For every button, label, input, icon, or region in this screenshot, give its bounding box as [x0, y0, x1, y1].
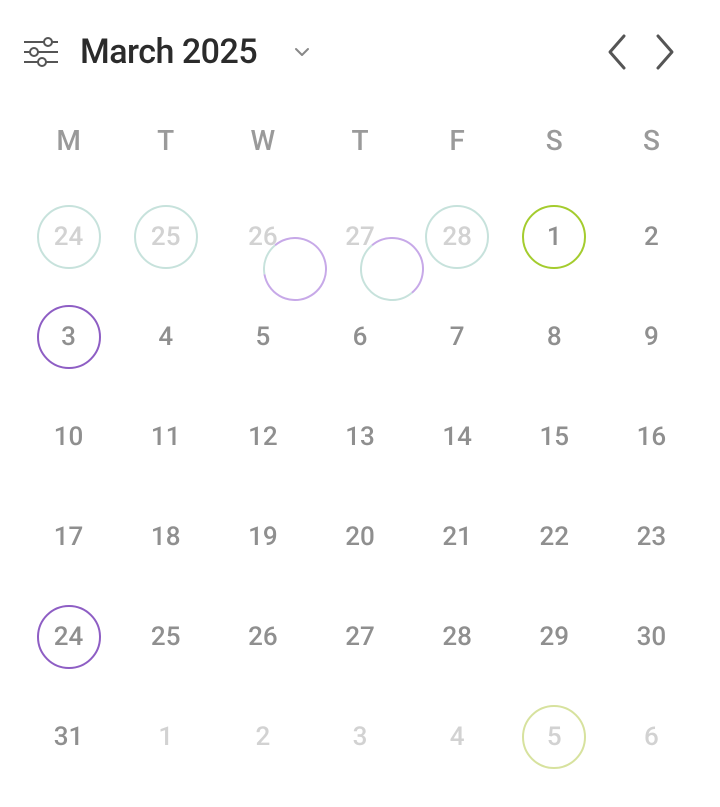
- day-number: 10: [37, 405, 101, 469]
- day-cell[interactable]: 7: [409, 287, 506, 387]
- day-number: 3: [328, 705, 392, 769]
- day-number: 11: [134, 405, 198, 469]
- day-cell[interactable]: 4: [117, 287, 214, 387]
- day-cell[interactable]: 26: [214, 587, 311, 687]
- day-number: 1: [522, 205, 586, 269]
- day-cell[interactable]: 4: [409, 687, 506, 787]
- day-cell[interactable]: 9: [603, 287, 700, 387]
- day-number: 2: [231, 705, 295, 769]
- day-number: 26: [231, 605, 295, 669]
- day-cell[interactable]: 1: [506, 187, 603, 287]
- day-number: 27: [328, 605, 392, 669]
- day-cell[interactable]: 6: [311, 287, 408, 387]
- weekday-header: T: [311, 104, 408, 187]
- day-cell[interactable]: 1: [117, 687, 214, 787]
- day-cell[interactable]: 31: [20, 687, 117, 787]
- day-cell[interactable]: 17: [20, 487, 117, 587]
- calendar-header: March 2025: [20, 20, 700, 104]
- day-number: 25: [134, 205, 198, 269]
- day-number: 19: [231, 505, 295, 569]
- day-cell[interactable]: 3: [20, 287, 117, 387]
- day-number: 26: [231, 205, 295, 269]
- day-number: 15: [522, 405, 586, 469]
- day-cell[interactable]: 10: [20, 387, 117, 487]
- day-number: 4: [134, 305, 198, 369]
- day-number: 28: [425, 605, 489, 669]
- day-number: 13: [328, 405, 392, 469]
- day-cell[interactable]: 25: [117, 187, 214, 287]
- day-number: 6: [328, 305, 392, 369]
- day-number: 14: [425, 405, 489, 469]
- day-cell[interactable]: 23: [603, 487, 700, 587]
- day-cell[interactable]: 22: [506, 487, 603, 587]
- day-cell[interactable]: 28: [409, 587, 506, 687]
- day-number: 16: [619, 405, 683, 469]
- day-cell[interactable]: 5: [506, 687, 603, 787]
- day-number: 9: [619, 305, 683, 369]
- day-cell[interactable]: 8: [506, 287, 603, 387]
- day-cell[interactable]: 2: [603, 187, 700, 287]
- day-number: 17: [37, 505, 101, 569]
- day-number: 22: [522, 505, 586, 569]
- day-cell[interactable]: 16: [603, 387, 700, 487]
- day-number: 25: [134, 605, 198, 669]
- month-dropdown-toggle[interactable]: [293, 43, 311, 61]
- day-number: 28: [425, 205, 489, 269]
- day-number: 24: [37, 605, 101, 669]
- day-cell[interactable]: 19: [214, 487, 311, 587]
- day-number: 1: [134, 705, 198, 769]
- day-cell[interactable]: 29: [506, 587, 603, 687]
- next-month-button[interactable]: [650, 30, 680, 74]
- day-cell[interactable]: 14: [409, 387, 506, 487]
- day-cell[interactable]: 11: [117, 387, 214, 487]
- weekday-header: S: [603, 104, 700, 187]
- weekday-header: T: [117, 104, 214, 187]
- day-number: 18: [134, 505, 198, 569]
- day-cell[interactable]: 13: [311, 387, 408, 487]
- day-cell[interactable]: 26: [214, 187, 311, 287]
- day-number: 5: [522, 705, 586, 769]
- weekday-header: M: [20, 104, 117, 187]
- day-cell[interactable]: 12: [214, 387, 311, 487]
- weekday-header: S: [506, 104, 603, 187]
- day-cell[interactable]: 30: [603, 587, 700, 687]
- day-cell[interactable]: 5: [214, 287, 311, 387]
- weekday-header: F: [409, 104, 506, 187]
- day-number: 2: [619, 205, 683, 269]
- day-number: 31: [37, 705, 101, 769]
- weekday-header: W: [214, 104, 311, 187]
- prev-month-button[interactable]: [602, 30, 632, 74]
- day-cell[interactable]: 15: [506, 387, 603, 487]
- day-cell[interactable]: 24: [20, 187, 117, 287]
- day-number: 20: [328, 505, 392, 569]
- day-cell[interactable]: 20: [311, 487, 408, 587]
- day-cell[interactable]: 25: [117, 587, 214, 687]
- day-cell[interactable]: 6: [603, 687, 700, 787]
- settings-sliders-icon[interactable]: [20, 31, 62, 73]
- day-number: 30: [619, 605, 683, 669]
- day-number: 3: [37, 305, 101, 369]
- day-number: 5: [231, 305, 295, 369]
- day-number: 7: [425, 305, 489, 369]
- day-cell[interactable]: 21: [409, 487, 506, 587]
- day-number: 8: [522, 305, 586, 369]
- day-cell[interactable]: 2: [214, 687, 311, 787]
- header-right: [602, 30, 690, 74]
- header-left: March 2025: [20, 31, 311, 73]
- day-number: 24: [37, 205, 101, 269]
- day-number: 6: [619, 705, 683, 769]
- day-number: 21: [425, 505, 489, 569]
- weekday-row: MTWTFSS: [20, 104, 700, 187]
- day-number: 4: [425, 705, 489, 769]
- day-number: 23: [619, 505, 683, 569]
- month-title: March 2025: [80, 32, 257, 72]
- day-number: 29: [522, 605, 586, 669]
- day-cell[interactable]: 24: [20, 587, 117, 687]
- day-cell[interactable]: 27: [311, 587, 408, 687]
- day-grid: 2425262728123456789101112131415161718192…: [20, 187, 700, 787]
- day-cell[interactable]: 18: [117, 487, 214, 587]
- day-cell[interactable]: 3: [311, 687, 408, 787]
- day-number: 12: [231, 405, 295, 469]
- day-number: 27: [328, 205, 392, 269]
